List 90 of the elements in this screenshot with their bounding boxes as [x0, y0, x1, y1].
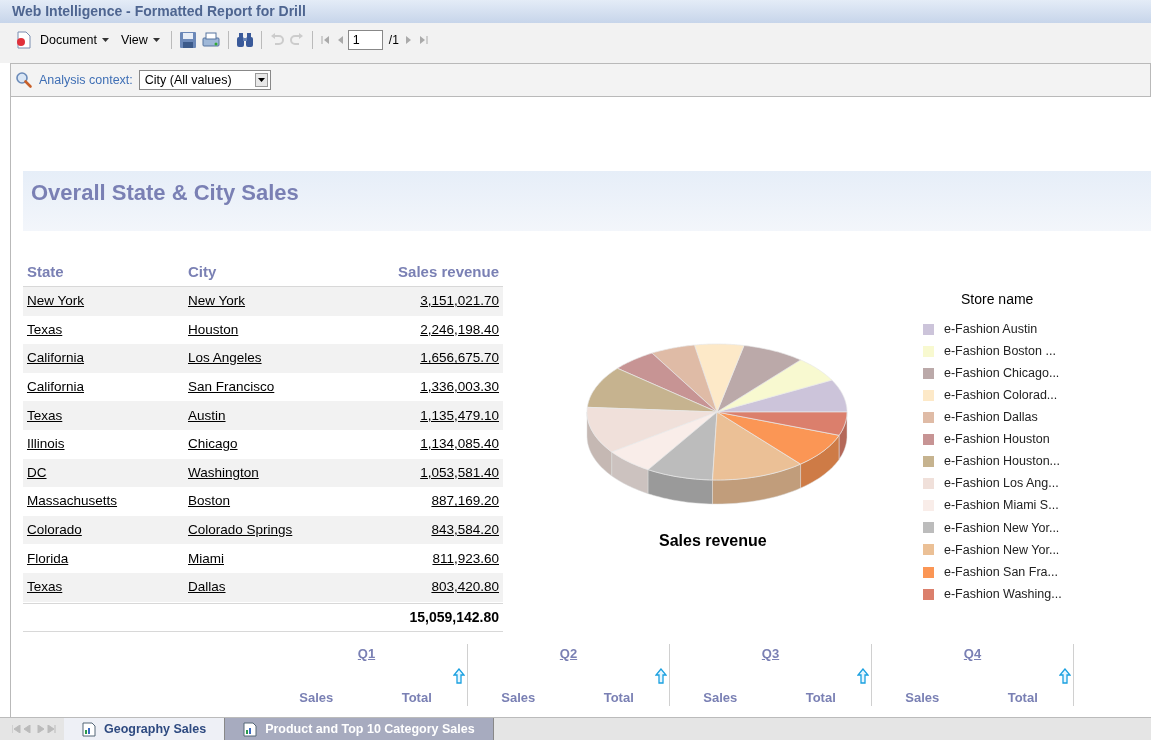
drill-up-icon[interactable] [453, 667, 465, 684]
report-icon [82, 721, 96, 737]
print-icon[interactable] [200, 31, 221, 49]
table-link[interactable]: Colorado [27, 521, 82, 537]
table-link[interactable]: California [27, 378, 85, 394]
table-link[interactable]: Massachusetts [27, 493, 118, 509]
legend-label: e-Fashion New Yor... [944, 519, 1060, 537]
table-link[interactable]: Texas [27, 579, 63, 595]
quarter-link[interactable]: Q3 [761, 643, 780, 668]
caret-icon [254, 73, 268, 87]
table-link[interactable]: 1,656,675.70 [420, 350, 499, 366]
table-link[interactable]: 1,135,479.10 [420, 407, 499, 423]
table-link[interactable]: San Francisco [188, 378, 275, 394]
quarter-link[interactable]: Q4 [963, 643, 982, 668]
table-link[interactable]: Los Angeles [188, 350, 262, 366]
quarter-link[interactable]: Q2 [559, 643, 578, 668]
menu-button[interactable]: Document [36, 29, 113, 51]
table-link[interactable]: Texas [27, 407, 63, 423]
legend-label: e-Fashion Los Ang... [944, 475, 1059, 493]
menu-button[interactable]: View [117, 29, 164, 51]
legend-label: e-Fashion San Fra... [944, 563, 1058, 581]
quarter-link[interactable]: Q1 [357, 643, 376, 668]
table-link[interactable]: Miami [188, 550, 224, 566]
column-header: State [27, 261, 65, 282]
table-link[interactable]: 1,134,085.40 [420, 436, 499, 452]
table-link[interactable]: 803,420.80 [431, 579, 499, 595]
table-link[interactable]: Boston [188, 493, 231, 509]
table-link[interactable]: California [27, 350, 85, 366]
table-link[interactable]: Texas [27, 321, 63, 337]
legend-label: e-Fashion Washing... [944, 585, 1062, 603]
table-link[interactable]: 1,053,581.40 [420, 464, 499, 480]
column-header: Total [1006, 688, 1039, 706]
page-total: /1 [388, 32, 399, 49]
binoculars-icon[interactable] [235, 32, 254, 48]
legend-title: Store name [961, 290, 1035, 309]
redo-icon[interactable] [288, 32, 305, 48]
column-header: Sales [904, 688, 941, 706]
report-title: Overall State & City Sales [31, 179, 299, 207]
column-header: Sales [298, 688, 335, 706]
next-page-icon[interactable] [404, 35, 413, 45]
table-link[interactable]: New York [188, 293, 246, 309]
legend-label: e-Fashion Austin [944, 320, 1038, 338]
document-icon[interactable] [14, 31, 32, 49]
table-link[interactable]: New York [27, 293, 85, 309]
magnifier-icon [15, 71, 33, 89]
table-link[interactable]: Florida [27, 550, 69, 566]
save-icon[interactable] [178, 31, 197, 49]
legend-label: e-Fashion Houston [944, 431, 1050, 449]
table-link[interactable]: 3,151,021.70 [420, 293, 499, 309]
table-link[interactable]: Washington [188, 464, 259, 480]
total-cell-text: 15,059,142.80 [409, 607, 499, 627]
column-header: Sales [702, 688, 739, 706]
drill-up-icon[interactable] [857, 667, 869, 684]
drill-up-icon[interactable] [655, 667, 667, 684]
table-link[interactable]: Chicago [188, 436, 238, 452]
caret-icon [152, 38, 160, 42]
context-dropdown[interactable]: City (All values) [138, 70, 271, 90]
table-link[interactable]: Austin [188, 407, 226, 423]
table-link[interactable]: Houston [188, 321, 239, 337]
legend-label: e-Fashion Houston... [944, 453, 1061, 471]
report-icon [243, 721, 258, 737]
column-header: Total [400, 688, 433, 706]
table-link[interactable]: 811,923.60 [432, 550, 499, 566]
analysis-context-label: Analysis context: [39, 71, 133, 89]
column-header: Total [602, 688, 635, 706]
table-link[interactable]: 843,584.20 [431, 521, 499, 537]
column-header: Sales revenue [397, 261, 499, 282]
window-title: Web Intelligence - Formatted Report for Drill [12, 2, 306, 21]
caret-icon [102, 38, 109, 42]
table-link[interactable]: Colorado Springs [188, 521, 293, 537]
legend-label: e-Fashion Miami S... [944, 497, 1059, 515]
legend-label: e-Fashion New Yor... [944, 541, 1060, 559]
legend-label: e-Fashion Colorad... [944, 386, 1058, 404]
table-link[interactable]: DC [27, 464, 47, 480]
legend-label: e-Fashion Chicago... [944, 364, 1060, 382]
first-page-icon[interactable] [319, 35, 332, 45]
page-number-field[interactable]: 1 [347, 30, 383, 50]
legend-label: e-Fashion Dallas [944, 409, 1038, 427]
table-link[interactable]: Dallas [188, 579, 226, 595]
column-header: City [188, 261, 218, 282]
table-link[interactable]: 887,169.20 [431, 493, 499, 509]
report-tab[interactable]: Geography Sales [64, 718, 226, 740]
column-header: Sales [500, 688, 537, 706]
drill-up-icon[interactable] [1059, 667, 1071, 684]
table-link[interactable]: 1,336,003.30 [420, 378, 499, 394]
legend-label: e-Fashion Boston ... [944, 342, 1056, 360]
table-link[interactable]: Illinois [27, 436, 65, 452]
column-header: Total [804, 688, 837, 706]
chart-title: Sales revenue [659, 531, 767, 551]
table-link[interactable]: 2,246,198.40 [420, 321, 499, 337]
